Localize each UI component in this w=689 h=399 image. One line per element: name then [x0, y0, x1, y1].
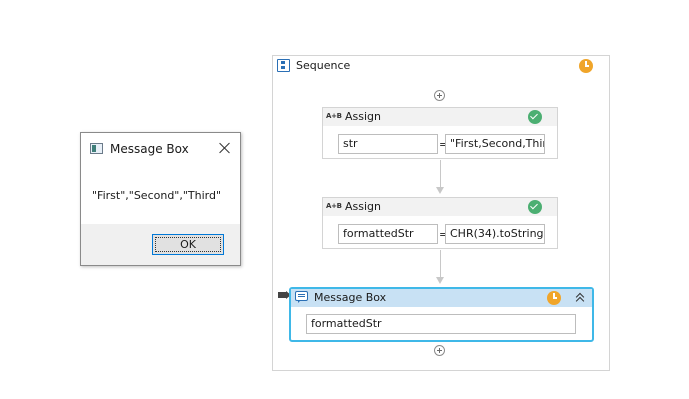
add-activity-plus-icon[interactable] — [434, 345, 445, 356]
assign-to-field[interactable]: str — [338, 134, 438, 154]
assign-icon: A+B — [326, 202, 342, 210]
flow-arrow-icon — [436, 187, 444, 194]
message-box-title: Message Box — [314, 291, 387, 304]
ok-button[interactable]: OK — [152, 234, 224, 255]
add-activity-plus-icon[interactable] — [434, 90, 445, 101]
assign-to-field[interactable]: formattedStr — [338, 224, 438, 244]
valid-check-icon — [528, 200, 542, 214]
dialog-footer: OK — [81, 224, 240, 265]
dialog-titlebar: Message Box — [81, 133, 240, 163]
sequence-header[interactable]: Sequence — [273, 56, 609, 76]
assign-activity-2[interactable]: A+B Assign formattedStr = CHR(34).toStri… — [322, 197, 558, 249]
assign-header[interactable]: A+B Assign — [323, 108, 557, 126]
sequence-title: Sequence — [296, 59, 351, 72]
dialog-title: Message Box — [110, 142, 189, 156]
assign-header[interactable]: A+B Assign — [323, 198, 557, 216]
valid-check-icon — [528, 110, 542, 124]
message-box-dialog: Message Box "First","Second","Third" OK — [80, 132, 241, 266]
assign-icon: A+B — [326, 112, 342, 120]
clock-icon — [547, 291, 561, 305]
message-text-field[interactable]: formattedStr — [306, 314, 576, 334]
window-icon — [90, 143, 103, 154]
assign-title: Assign — [345, 110, 381, 123]
message-icon — [295, 291, 308, 303]
assign-title: Assign — [345, 200, 381, 213]
sequence-icon — [277, 59, 290, 72]
message-box-header[interactable]: Message Box — [291, 289, 592, 307]
message-box-activity[interactable]: Message Box formattedStr — [289, 287, 594, 342]
close-icon[interactable] — [216, 139, 234, 157]
assign-activity-1[interactable]: A+B Assign str = "First,Second,Third — [322, 107, 558, 159]
collapse-icon[interactable] — [574, 292, 586, 304]
flow-arrow-icon — [436, 277, 444, 284]
assign-value-field[interactable]: CHR(34).toString+: — [445, 224, 545, 244]
flow-connector — [440, 160, 441, 187]
clock-icon — [579, 59, 593, 73]
flow-connector — [440, 250, 441, 277]
assign-value-field[interactable]: "First,Second,Third — [445, 134, 545, 154]
dialog-message: "First","Second","Third" — [92, 189, 222, 202]
